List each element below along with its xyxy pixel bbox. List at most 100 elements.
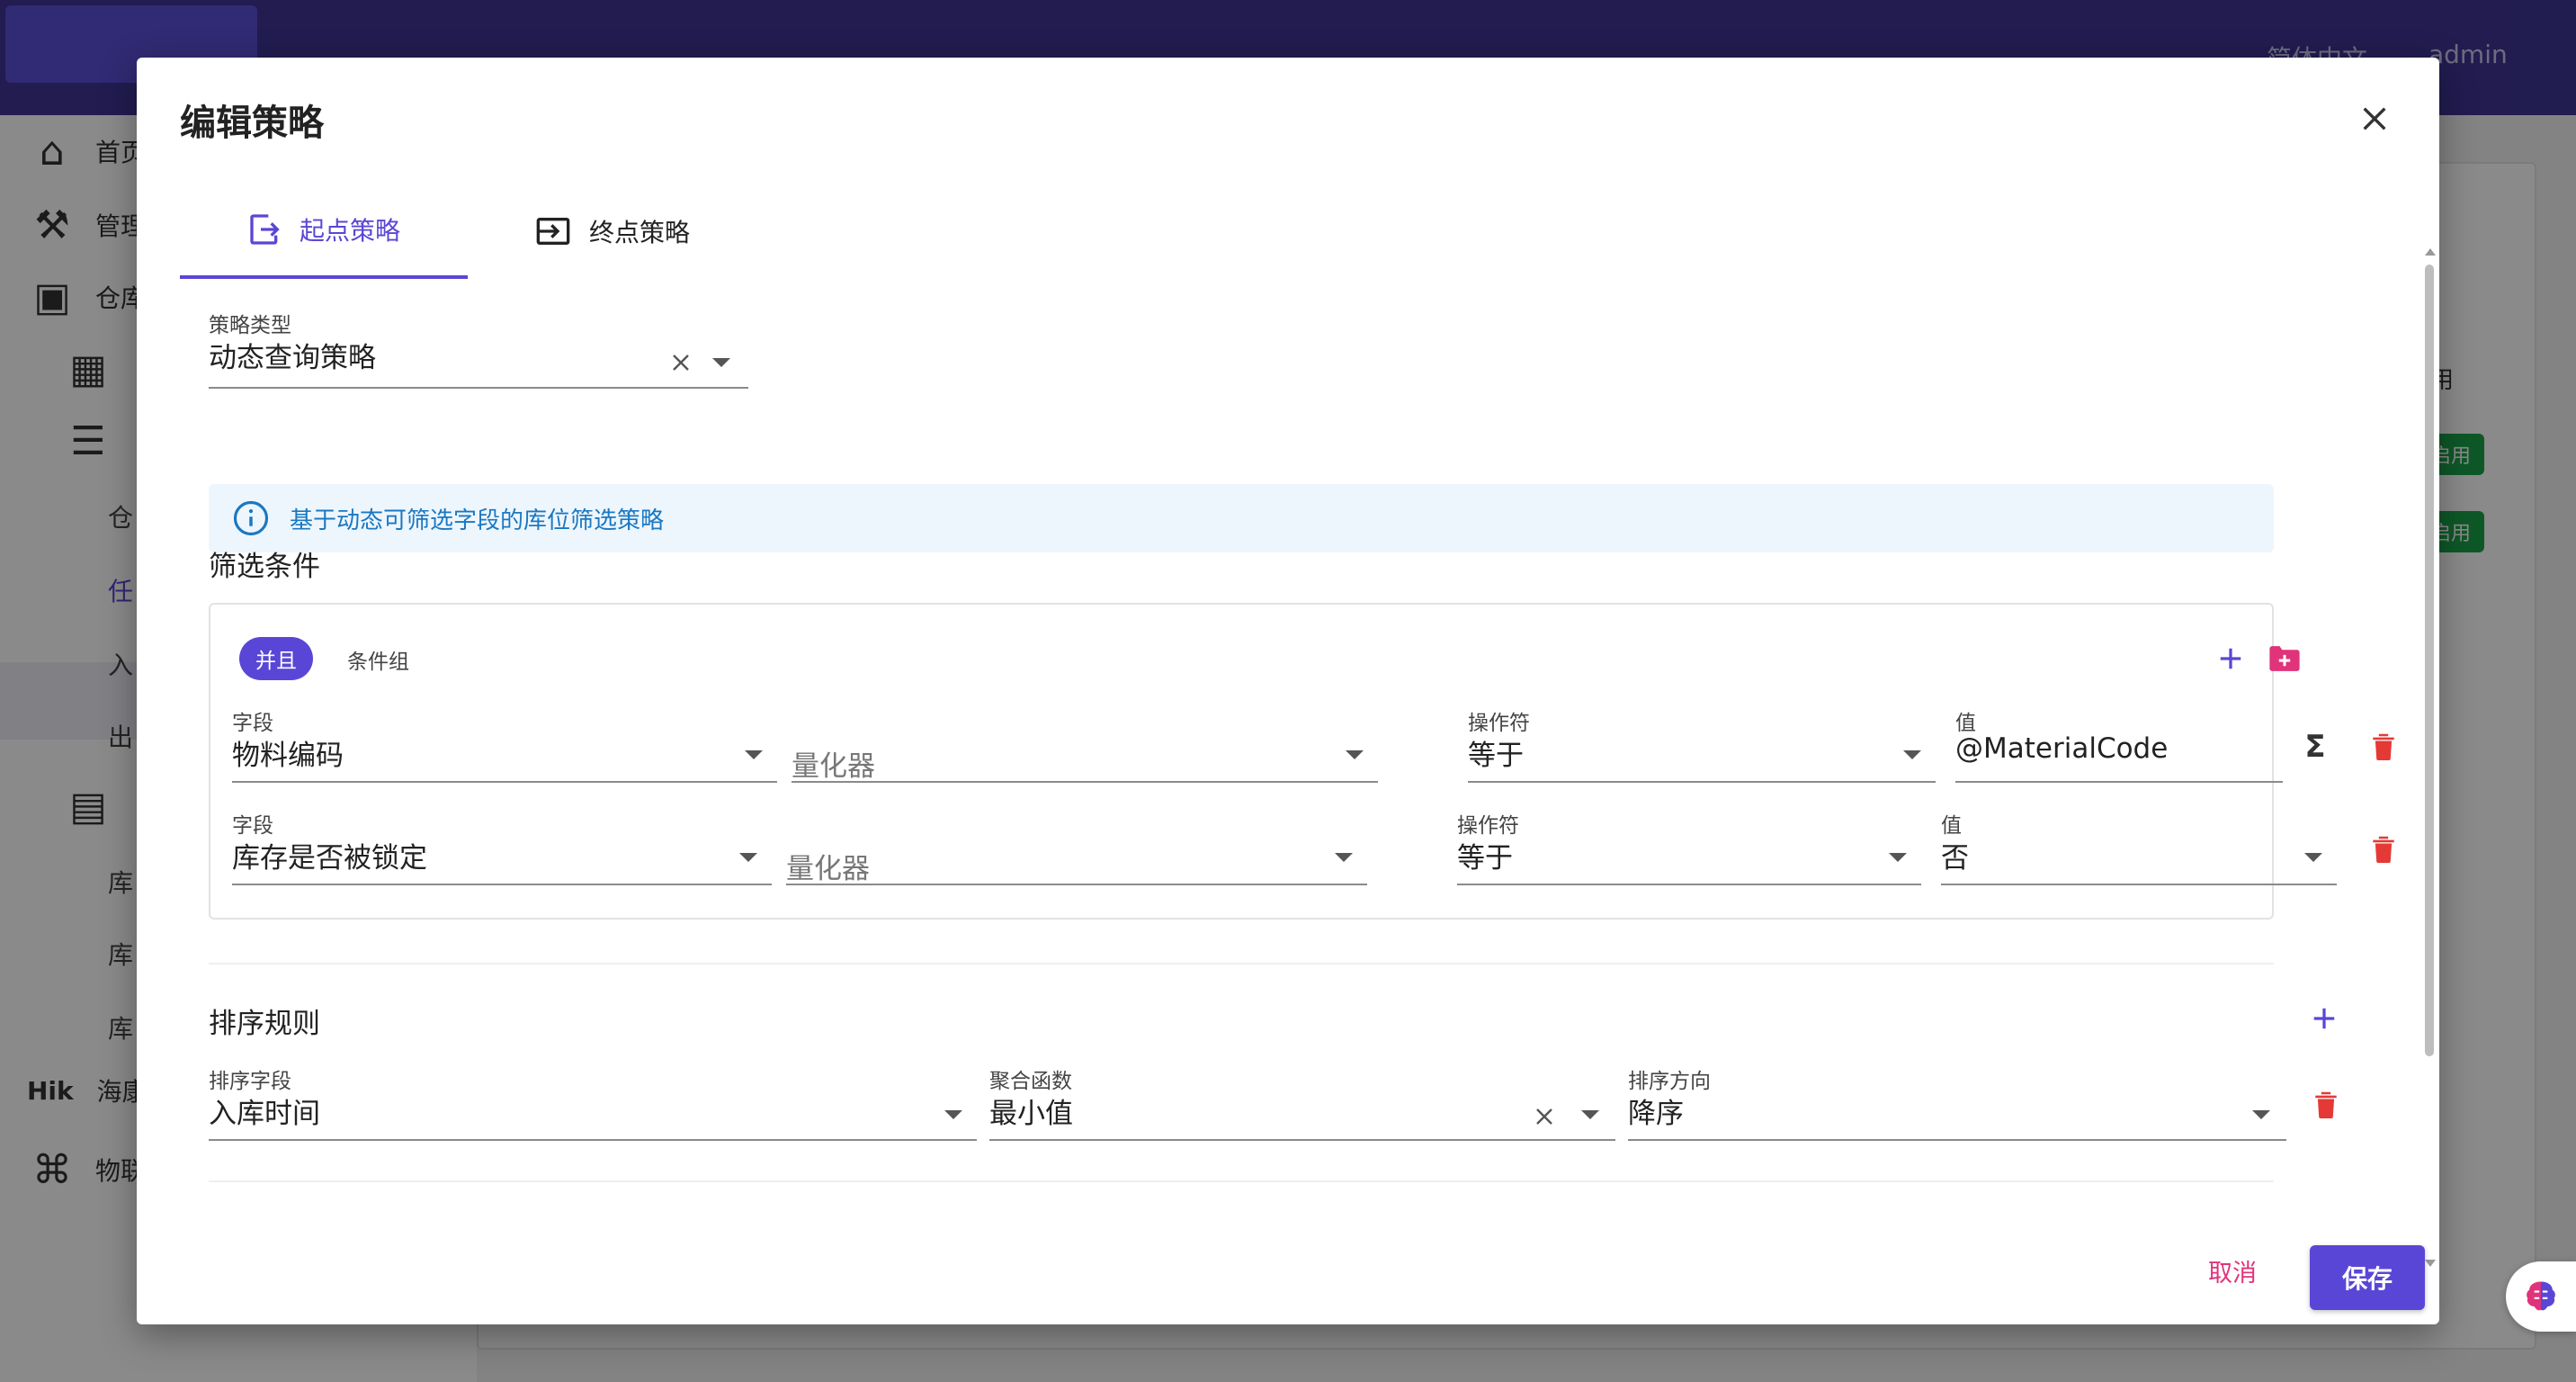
strategy-type-select[interactable]: 策略类型 动态查询策略: [209, 308, 748, 389]
folder-plus-icon: [2269, 646, 2300, 671]
strategy-tabs: 起点策略 终点策略: [180, 184, 2357, 279]
add-condition-button[interactable]: [2211, 639, 2250, 678]
clear-icon: [1536, 1108, 1552, 1125]
cancel-button[interactable]: 取消: [2187, 1245, 2277, 1296]
field-label: 值: [1941, 814, 1962, 838]
quantifier-select[interactable]: 量化器: [786, 808, 1367, 885]
field-value: 入库时间: [209, 1098, 320, 1130]
chevron-down-icon[interactable]: [2252, 1110, 2270, 1119]
field-value: 物料编码: [232, 740, 344, 772]
expression-button[interactable]: Σ: [2295, 727, 2335, 767]
clear-button[interactable]: [666, 347, 696, 378]
save-button[interactable]: 保存: [2310, 1245, 2425, 1310]
info-message: 基于动态可筛选字段的库位筛选策略: [290, 507, 665, 534]
field-label: 聚合函数: [989, 1070, 1072, 1093]
field-underline: [1468, 781, 1936, 783]
field-label: 操作符: [1468, 712, 1530, 735]
sort-section-title: 排序规则: [209, 1008, 320, 1040]
field-value: 降序: [1628, 1098, 1684, 1130]
chevron-down-icon[interactable]: [1889, 853, 1907, 862]
field-value: 等于: [1457, 842, 1513, 875]
field-label: 值: [1955, 712, 1976, 735]
condition-field-select[interactable]: 字段 库存是否被锁定: [232, 808, 772, 885]
chevron-down-icon[interactable]: [944, 1110, 962, 1119]
tab-start-strategy[interactable]: 起点策略: [180, 184, 468, 279]
field-underline: [1955, 781, 2283, 783]
scroll-down-icon[interactable]: [2425, 1260, 2436, 1267]
field-value: 库存是否被锁定: [232, 842, 427, 875]
quantifier-select[interactable]: 量化器: [792, 705, 1378, 783]
aggregate-function-select[interactable]: 聚合函数 最小值: [989, 1063, 1615, 1141]
chevron-down-icon[interactable]: [739, 853, 757, 862]
plus-icon: [2313, 1008, 2335, 1029]
field-value: 等于: [1468, 740, 1524, 772]
field-underline: [1628, 1139, 2286, 1141]
field-value: @MaterialCode: [1955, 732, 2169, 765]
close-icon: [2363, 107, 2386, 130]
delete-condition-button[interactable]: [2364, 727, 2403, 767]
chevron-down-icon[interactable]: [1346, 750, 1364, 759]
filter-section-title: 筛选条件: [209, 551, 320, 583]
field-label: 排序方向: [1628, 1070, 1711, 1093]
plus-icon: [2220, 648, 2241, 669]
value-select[interactable]: 值 否: [1941, 808, 2337, 885]
field-underline: [232, 884, 772, 885]
scroll-up-icon[interactable]: [2425, 248, 2436, 256]
operator-select[interactable]: 操作符 等于: [1457, 808, 1921, 885]
edit-strategy-dialog: 编辑策略 起点策略 终点策略 策略类型 动态查询策略 基于动态可筛选字段的库位筛…: [137, 58, 2439, 1324]
delete-sort-rule-button[interactable]: [2306, 1085, 2346, 1125]
value-input[interactable]: 值 @MaterialCode: [1955, 705, 2283, 783]
field-underline: [786, 884, 1367, 885]
trash-icon: [2373, 733, 2394, 760]
tab-end-strategy[interactable]: 终点策略: [468, 184, 756, 279]
info-icon: [232, 499, 270, 537]
sort-field-select[interactable]: 排序字段 入库时间: [209, 1063, 977, 1141]
field-label: 策略类型: [209, 314, 291, 337]
chevron-down-icon[interactable]: [745, 750, 763, 759]
field-underline: [209, 387, 748, 389]
condition-group: 并且 条件组 字段 物料编码 量化器 操作符 等于 值 @MaterialCod…: [209, 603, 2394, 920]
operator-select[interactable]: 操作符 等于: [1468, 705, 1936, 783]
field-placeholder: 量化器: [792, 750, 875, 783]
sort-direction-select[interactable]: 排序方向 降序: [1628, 1063, 2286, 1141]
assistant-floating-button[interactable]: [2506, 1261, 2576, 1332]
delete-condition-button[interactable]: [2364, 830, 2403, 869]
field-underline: [989, 1139, 1615, 1141]
exit-box-icon: [250, 214, 280, 245]
tab-label: 起点策略: [299, 216, 400, 246]
scrollbar-thumb[interactable]: [2425, 265, 2434, 1056]
clear-button[interactable]: [1529, 1101, 1560, 1132]
dialog-title: 编辑策略: [180, 103, 324, 144]
trash-icon: [2315, 1091, 2337, 1118]
field-underline: [792, 781, 1378, 783]
chevron-down-icon[interactable]: [1903, 750, 1921, 759]
trash-icon: [2373, 836, 2394, 863]
tab-label: 终点策略: [588, 218, 690, 247]
chevron-down-icon[interactable]: [1581, 1110, 1599, 1119]
chevron-down-icon[interactable]: [2304, 853, 2322, 862]
field-value: 动态查询策略: [209, 342, 376, 374]
field-label: 字段: [232, 814, 273, 838]
field-label: 字段: [232, 712, 273, 735]
info-alert: 基于动态可筛选字段的库位筛选策略: [209, 484, 2274, 552]
section-divider: [209, 1180, 2274, 1182]
field-label: 排序字段: [209, 1070, 291, 1093]
condition-field-select[interactable]: 字段 物料编码: [232, 705, 777, 783]
field-underline: [1457, 884, 1921, 885]
close-button[interactable]: [2349, 94, 2400, 144]
dialog-scrollbar[interactable]: [2421, 193, 2439, 1272]
clear-icon: [673, 354, 689, 371]
field-underline: [1941, 884, 2337, 885]
field-underline: [209, 1139, 977, 1141]
add-condition-group-button[interactable]: [2265, 639, 2304, 678]
chevron-down-icon[interactable]: [712, 358, 730, 367]
logic-and-chip[interactable]: 并且: [239, 637, 313, 680]
field-value: 否: [1941, 842, 1969, 875]
sigma-icon: Σ: [2304, 729, 2326, 765]
field-label: 操作符: [1457, 814, 1519, 838]
field-underline: [232, 781, 777, 783]
chevron-down-icon[interactable]: [1335, 853, 1353, 862]
add-sort-rule-button[interactable]: [2304, 999, 2344, 1038]
enter-box-icon: [536, 218, 570, 245]
field-placeholder: 量化器: [786, 853, 870, 885]
